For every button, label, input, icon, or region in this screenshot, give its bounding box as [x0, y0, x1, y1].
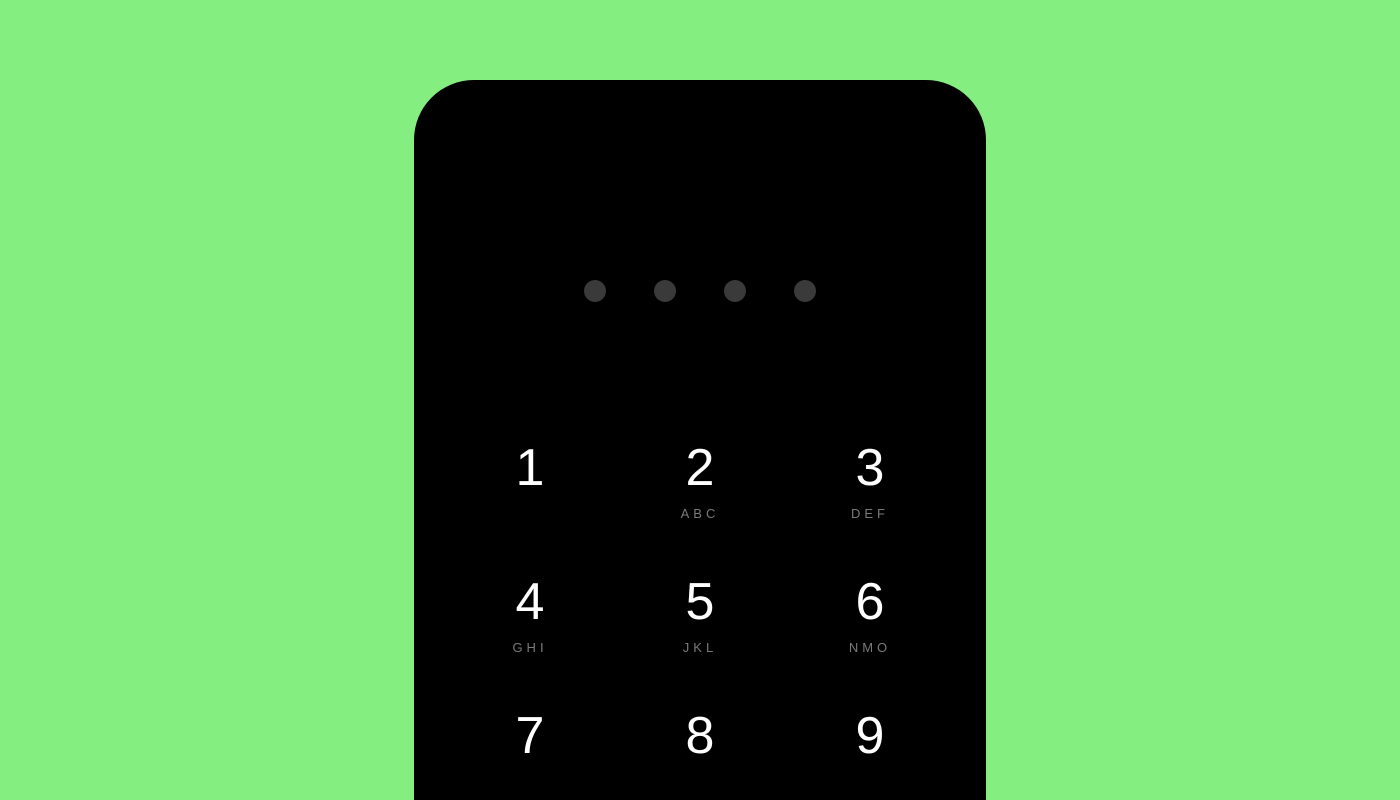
pin-dot: [724, 280, 746, 302]
key-digit: 2: [686, 442, 715, 494]
key-1[interactable]: 1: [490, 442, 570, 520]
key-digit: 8: [686, 710, 715, 762]
key-3[interactable]: 3 DEF: [830, 442, 910, 520]
key-4[interactable]: 4 GHI: [490, 576, 570, 654]
key-letters: DEF: [851, 506, 889, 520]
key-6[interactable]: 6 NMO: [830, 576, 910, 654]
key-digit: 5: [686, 576, 715, 628]
key-digit: 7: [516, 710, 545, 762]
pin-dot: [584, 280, 606, 302]
key-digit: 6: [856, 576, 885, 628]
key-7[interactable]: 7: [490, 710, 570, 788]
pin-dots: [584, 280, 816, 302]
key-letters: NMO: [849, 640, 891, 654]
key-digit: 4: [516, 576, 545, 628]
key-letters: ABC: [681, 506, 720, 520]
key-letters: GHI: [512, 640, 547, 654]
pin-dot: [654, 280, 676, 302]
key-9[interactable]: 9: [830, 710, 910, 788]
key-5[interactable]: 5 JKL: [660, 576, 740, 654]
key-letters: JKL: [683, 640, 717, 654]
pin-dot: [794, 280, 816, 302]
key-digit: 9: [856, 710, 885, 762]
key-2[interactable]: 2 ABC: [660, 442, 740, 520]
key-digit: 1: [516, 442, 545, 494]
phone-frame: 1 2 ABC 3 DEF 4 GHI 5 JKL 6 NMO 7 8: [414, 80, 986, 800]
keypad: 1 2 ABC 3 DEF 4 GHI 5 JKL 6 NMO 7 8: [490, 442, 910, 788]
key-8[interactable]: 8: [660, 710, 740, 788]
key-digit: 3: [856, 442, 885, 494]
